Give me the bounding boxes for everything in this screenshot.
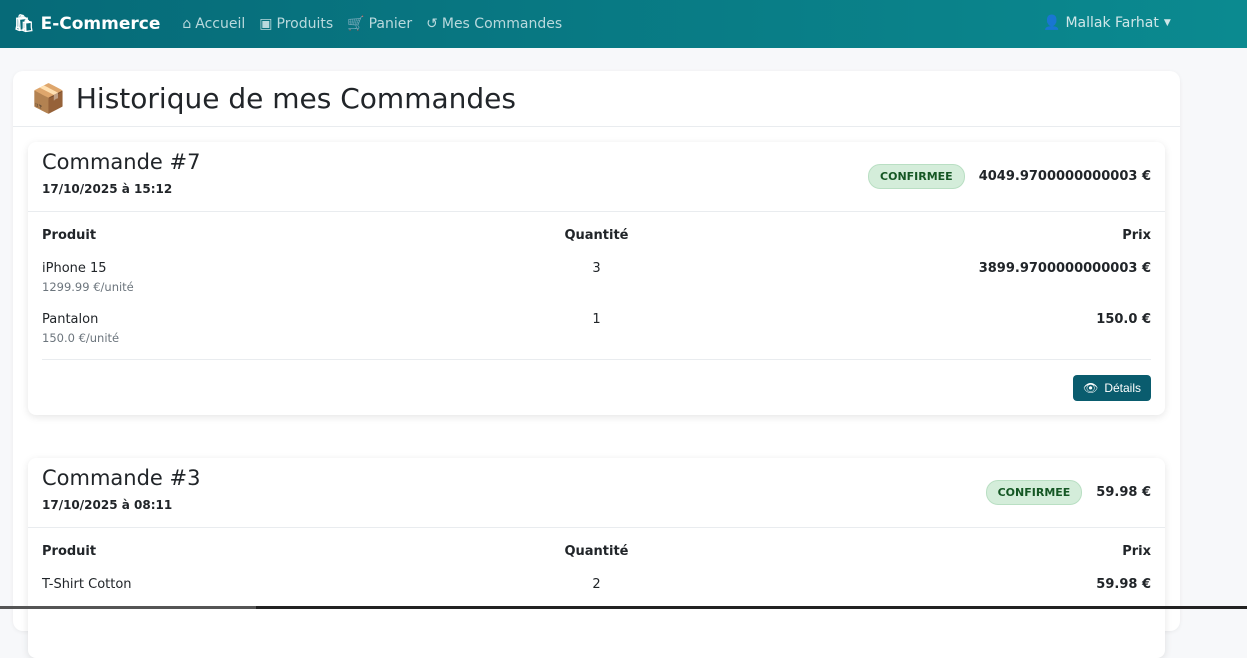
table-header: Produit Quantité Prix: [28, 544, 1165, 559]
order-card: Commande #3 17/10/2025 à 08:11 CONFIRMEE…: [28, 458, 1165, 658]
brand-label: E-Commerce: [40, 14, 161, 34]
eye-icon: 👁: [1083, 381, 1099, 395]
cart-icon: 🛒: [347, 16, 365, 32]
user-dropdown[interactable]: 👤 Mallak Farhat ▼: [1043, 15, 1171, 31]
product-name: Pantalon: [42, 312, 99, 327]
order-card: Commande #7 17/10/2025 à 15:12 CONFIRMEE…: [28, 142, 1165, 415]
brand-link[interactable]: 🛍 E-Commerce: [13, 14, 160, 34]
table-row: iPhone 15 1299.99 €/unité 3 3899.9700000000…: [28, 261, 1165, 294]
line-price: 3899.9700000000003 €: [978, 261, 1151, 276]
nav-produits[interactable]: ▣ Produits: [259, 16, 333, 32]
nav-mes-commandes[interactable]: ↺ Mes Commandes: [426, 16, 562, 32]
col-product: Produit: [42, 544, 97, 559]
details-label: Détails: [1104, 381, 1141, 395]
product-name: T-Shirt Cotton: [42, 577, 132, 592]
line-price: 150.0 €: [1096, 312, 1151, 327]
unit-price: 1299.99 €/unité: [42, 280, 134, 294]
user-name: Mallak Farhat: [1065, 15, 1159, 31]
order-total: 4049.9700000000003 €: [978, 169, 1151, 184]
nav-label: Panier: [368, 16, 413, 32]
nav-label: Accueil: [195, 16, 246, 32]
table-row: Pantalon 150.0 €/unité 1 150.0 €: [28, 312, 1165, 345]
table-header: Produit Quantité Prix: [28, 228, 1165, 243]
box-icon: ▣: [259, 16, 273, 32]
shopping-bag-icon: 🛍: [13, 14, 35, 34]
order-total: 59.98 €: [1096, 485, 1151, 500]
col-price: Prix: [1122, 544, 1151, 559]
quantity: 3: [592, 261, 601, 276]
table-row: T-Shirt Cotton 2 59.98 €: [28, 577, 1165, 592]
navbar: 🛍 E-Commerce ⌂ Accueil ▣ Produits 🛒 Panier ↺…: [0, 0, 1247, 48]
home-icon: ⌂: [182, 16, 192, 32]
product-name: iPhone 15: [42, 261, 107, 276]
nav-label: Produits: [276, 16, 334, 32]
quantity: 1: [592, 312, 601, 327]
page-title: 📦 Historique de mes Commandes: [13, 71, 1180, 127]
caret-down-icon: ▼: [1163, 18, 1171, 28]
quantity: 2: [592, 577, 601, 592]
details-button[interactable]: 👁 Détails: [1073, 375, 1151, 401]
col-product: Produit: [42, 228, 97, 243]
orders-container: 📦 Historique de mes Commandes Commande #7…: [13, 71, 1180, 658]
col-price: Prix: [1122, 228, 1151, 243]
unit-price: 150.0 €/unité: [42, 331, 120, 345]
package-icon: 📦: [31, 82, 66, 115]
col-qty: Quantité: [564, 544, 629, 559]
line-price: 59.98 €: [1096, 577, 1151, 592]
status-badge: CONFIRMEE: [985, 480, 1083, 505]
nav-panier[interactable]: 🛒 Panier: [347, 16, 412, 32]
nav-label: Mes Commandes: [441, 16, 563, 32]
user-icon: 👤: [1043, 15, 1061, 31]
status-badge: CONFIRMEE: [868, 164, 965, 189]
col-qty: Quantité: [564, 228, 629, 243]
nav-accueil[interactable]: ⌂ Accueil: [182, 16, 245, 32]
history-icon: ↺: [426, 16, 438, 32]
page-title-text: Historique de mes Commandes: [75, 82, 516, 115]
